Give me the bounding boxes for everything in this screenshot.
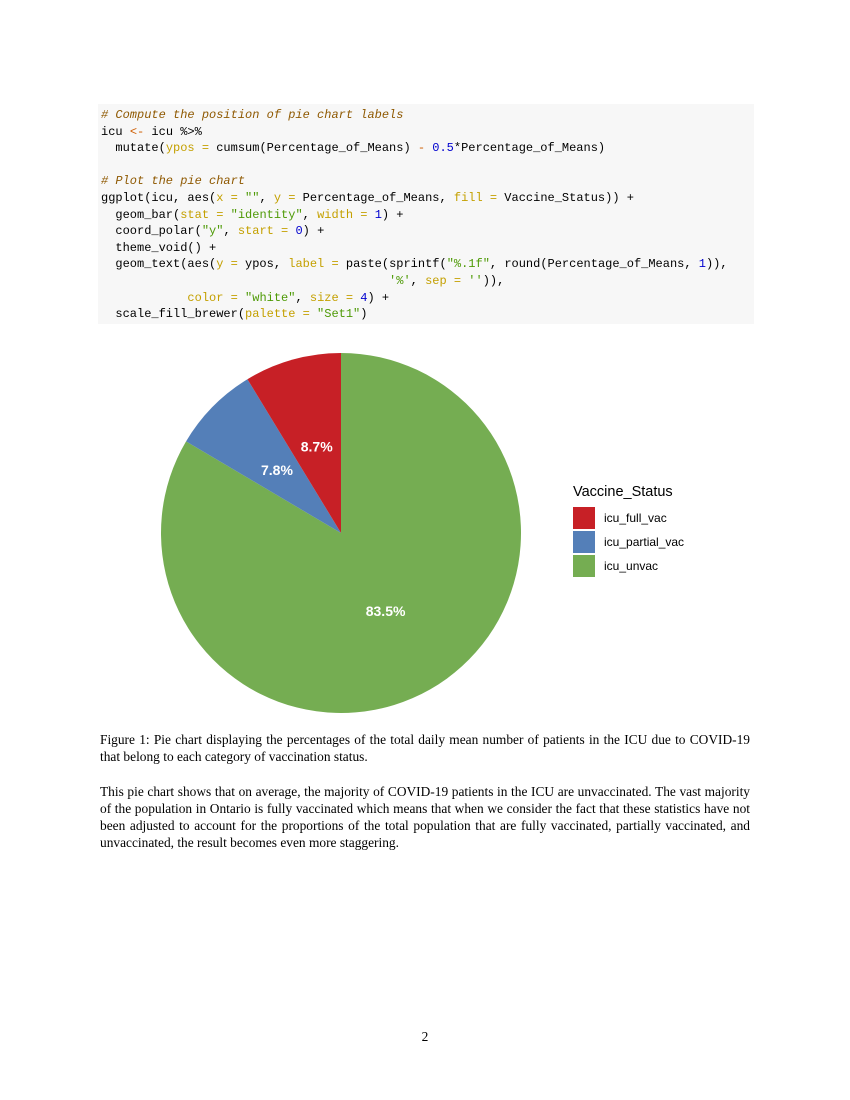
legend-item-partial-vac: icu_partial_vac [573, 530, 684, 554]
code-token: paste(sprintf( [338, 257, 447, 272]
code-token: ) + [381, 207, 404, 222]
code-token: ypos = [165, 141, 210, 156]
legend-item-full-vac: icu_full_vac [573, 506, 684, 530]
code-token: icu [101, 124, 130, 139]
code-token: 0 [295, 224, 303, 239]
code-token: , [410, 273, 426, 288]
pie-chart: 83.5% 7.8% 8.7% [161, 353, 522, 713]
document-page: # Compute the position of pie chart labe… [0, 0, 850, 1100]
code-line: color = "white", size = 4) + [101, 290, 754, 307]
code-token: 1 [698, 257, 706, 272]
code-token: geom_text(aes( [101, 257, 217, 272]
body-paragraph: This pie chart shows that on average, th… [100, 784, 750, 850]
code-token: "" [245, 190, 260, 205]
page-number: 2 [421, 1029, 429, 1044]
code-token: Percentage_of_Means, [295, 190, 454, 205]
legend-label-partial-vac: icu_partial_vac [604, 535, 685, 549]
code-token: ggplot(icu, aes( [101, 190, 217, 205]
code-token: cumsum(Percentage_of_Means) [209, 141, 418, 156]
legend-label-unvac: icu_unvac [604, 559, 659, 573]
code-token: 4 [360, 290, 368, 305]
code-line: ggplot(icu, aes(x = "", y = Percentage_o… [101, 190, 754, 207]
code-token: label = [288, 257, 339, 272]
code-line: geom_bar(stat = "identity", width = 1) + [101, 207, 754, 224]
code-token: , [302, 207, 318, 222]
code-line: # Plot the pie chart [101, 173, 754, 190]
code-line: scale_fill_brewer(palette = "Set1") [101, 306, 754, 323]
code-token: )), [705, 257, 728, 272]
code-token: "y" [201, 224, 224, 239]
code-token: color = [187, 290, 238, 305]
code-token: ) + [367, 290, 390, 305]
code-token: 0.5 [432, 141, 454, 156]
code-line: coord_polar("y", start = 0) + [101, 223, 754, 240]
code-token: , [259, 190, 274, 205]
legend-swatch-partial-vac [573, 531, 595, 553]
code-token: Vaccine_Status)) + [497, 190, 634, 205]
legend-label-full-vac: icu_full_vac [604, 511, 667, 525]
code-token: mutate( [101, 141, 166, 156]
code-line: icu <- icu %>% [101, 124, 754, 141]
legend-swatch-full-vac [573, 507, 595, 529]
code-token: "%.1f" [446, 257, 490, 272]
code-token: )), [482, 273, 505, 288]
code-token: width = [317, 207, 368, 222]
code-token: # Compute the position of pie chart labe… [101, 108, 404, 122]
code-token: ) [360, 307, 368, 322]
code-token: , [295, 290, 310, 305]
code-line: geom_text(aes(y = ypos, label = paste(sp… [101, 256, 754, 273]
code-token: # Plot the pie chart [101, 174, 246, 189]
code-token: fill = [453, 190, 498, 205]
code-token: *Percentage_of_Means) [453, 141, 606, 156]
code-token: , round(Percentage_of_Means, [489, 257, 699, 272]
code-token: "identity" [230, 207, 303, 222]
code-token: "Set1" [317, 307, 361, 322]
code-block: # Compute the position of pie chart labe… [98, 104, 754, 324]
code-token: scale_fill_brewer( [101, 307, 246, 322]
code-token: size = [309, 290, 354, 305]
code-token: - [417, 141, 426, 156]
chart-legend: Vaccine_Status icu_full_vac icu_partial_… [573, 484, 684, 578]
code-token: ) + [302, 224, 325, 239]
code-token: stat = [180, 207, 224, 222]
code-token: , [223, 224, 238, 239]
code-token: ypos, [237, 257, 289, 272]
code-line: # Compute the position of pie chart labe… [101, 107, 754, 124]
pie-label-icu-full-vac: 8.7% [301, 438, 333, 454]
code-token: '%' [389, 273, 411, 288]
code-token: coord_polar( [101, 224, 202, 239]
code-token: <- [129, 124, 145, 139]
legend-title: Vaccine_Status [573, 484, 673, 500]
code-token: 1 [374, 207, 382, 222]
legend-swatch-unvac [573, 555, 595, 577]
code-token: theme_void() + [101, 240, 217, 255]
code-line: theme_void() + [101, 240, 754, 257]
code-token: '' [468, 273, 483, 288]
figure-caption: Figure 1: Pie chart displaying the perce… [100, 732, 750, 764]
code-token: y = [216, 257, 238, 272]
code-token: "white" [245, 290, 296, 305]
code-line: '%', sep = '')), [101, 273, 754, 290]
pie-label-icu-unvac: 83.5% [366, 603, 406, 619]
code-token: palette = [245, 307, 310, 322]
code-token: x = [216, 190, 238, 205]
code-token: icu %>% [144, 124, 202, 139]
code-line: mutate(ypos = cumsum(Percentage_of_Means… [101, 140, 754, 157]
pie-label-icu-partial-vac: 7.8% [261, 462, 293, 478]
code-token: start = [237, 224, 289, 239]
code-token: geom_bar( [101, 207, 181, 222]
legend-item-unvac: icu_unvac [573, 554, 684, 578]
code-token: y = [273, 190, 296, 205]
code-token: sep = [425, 273, 462, 288]
